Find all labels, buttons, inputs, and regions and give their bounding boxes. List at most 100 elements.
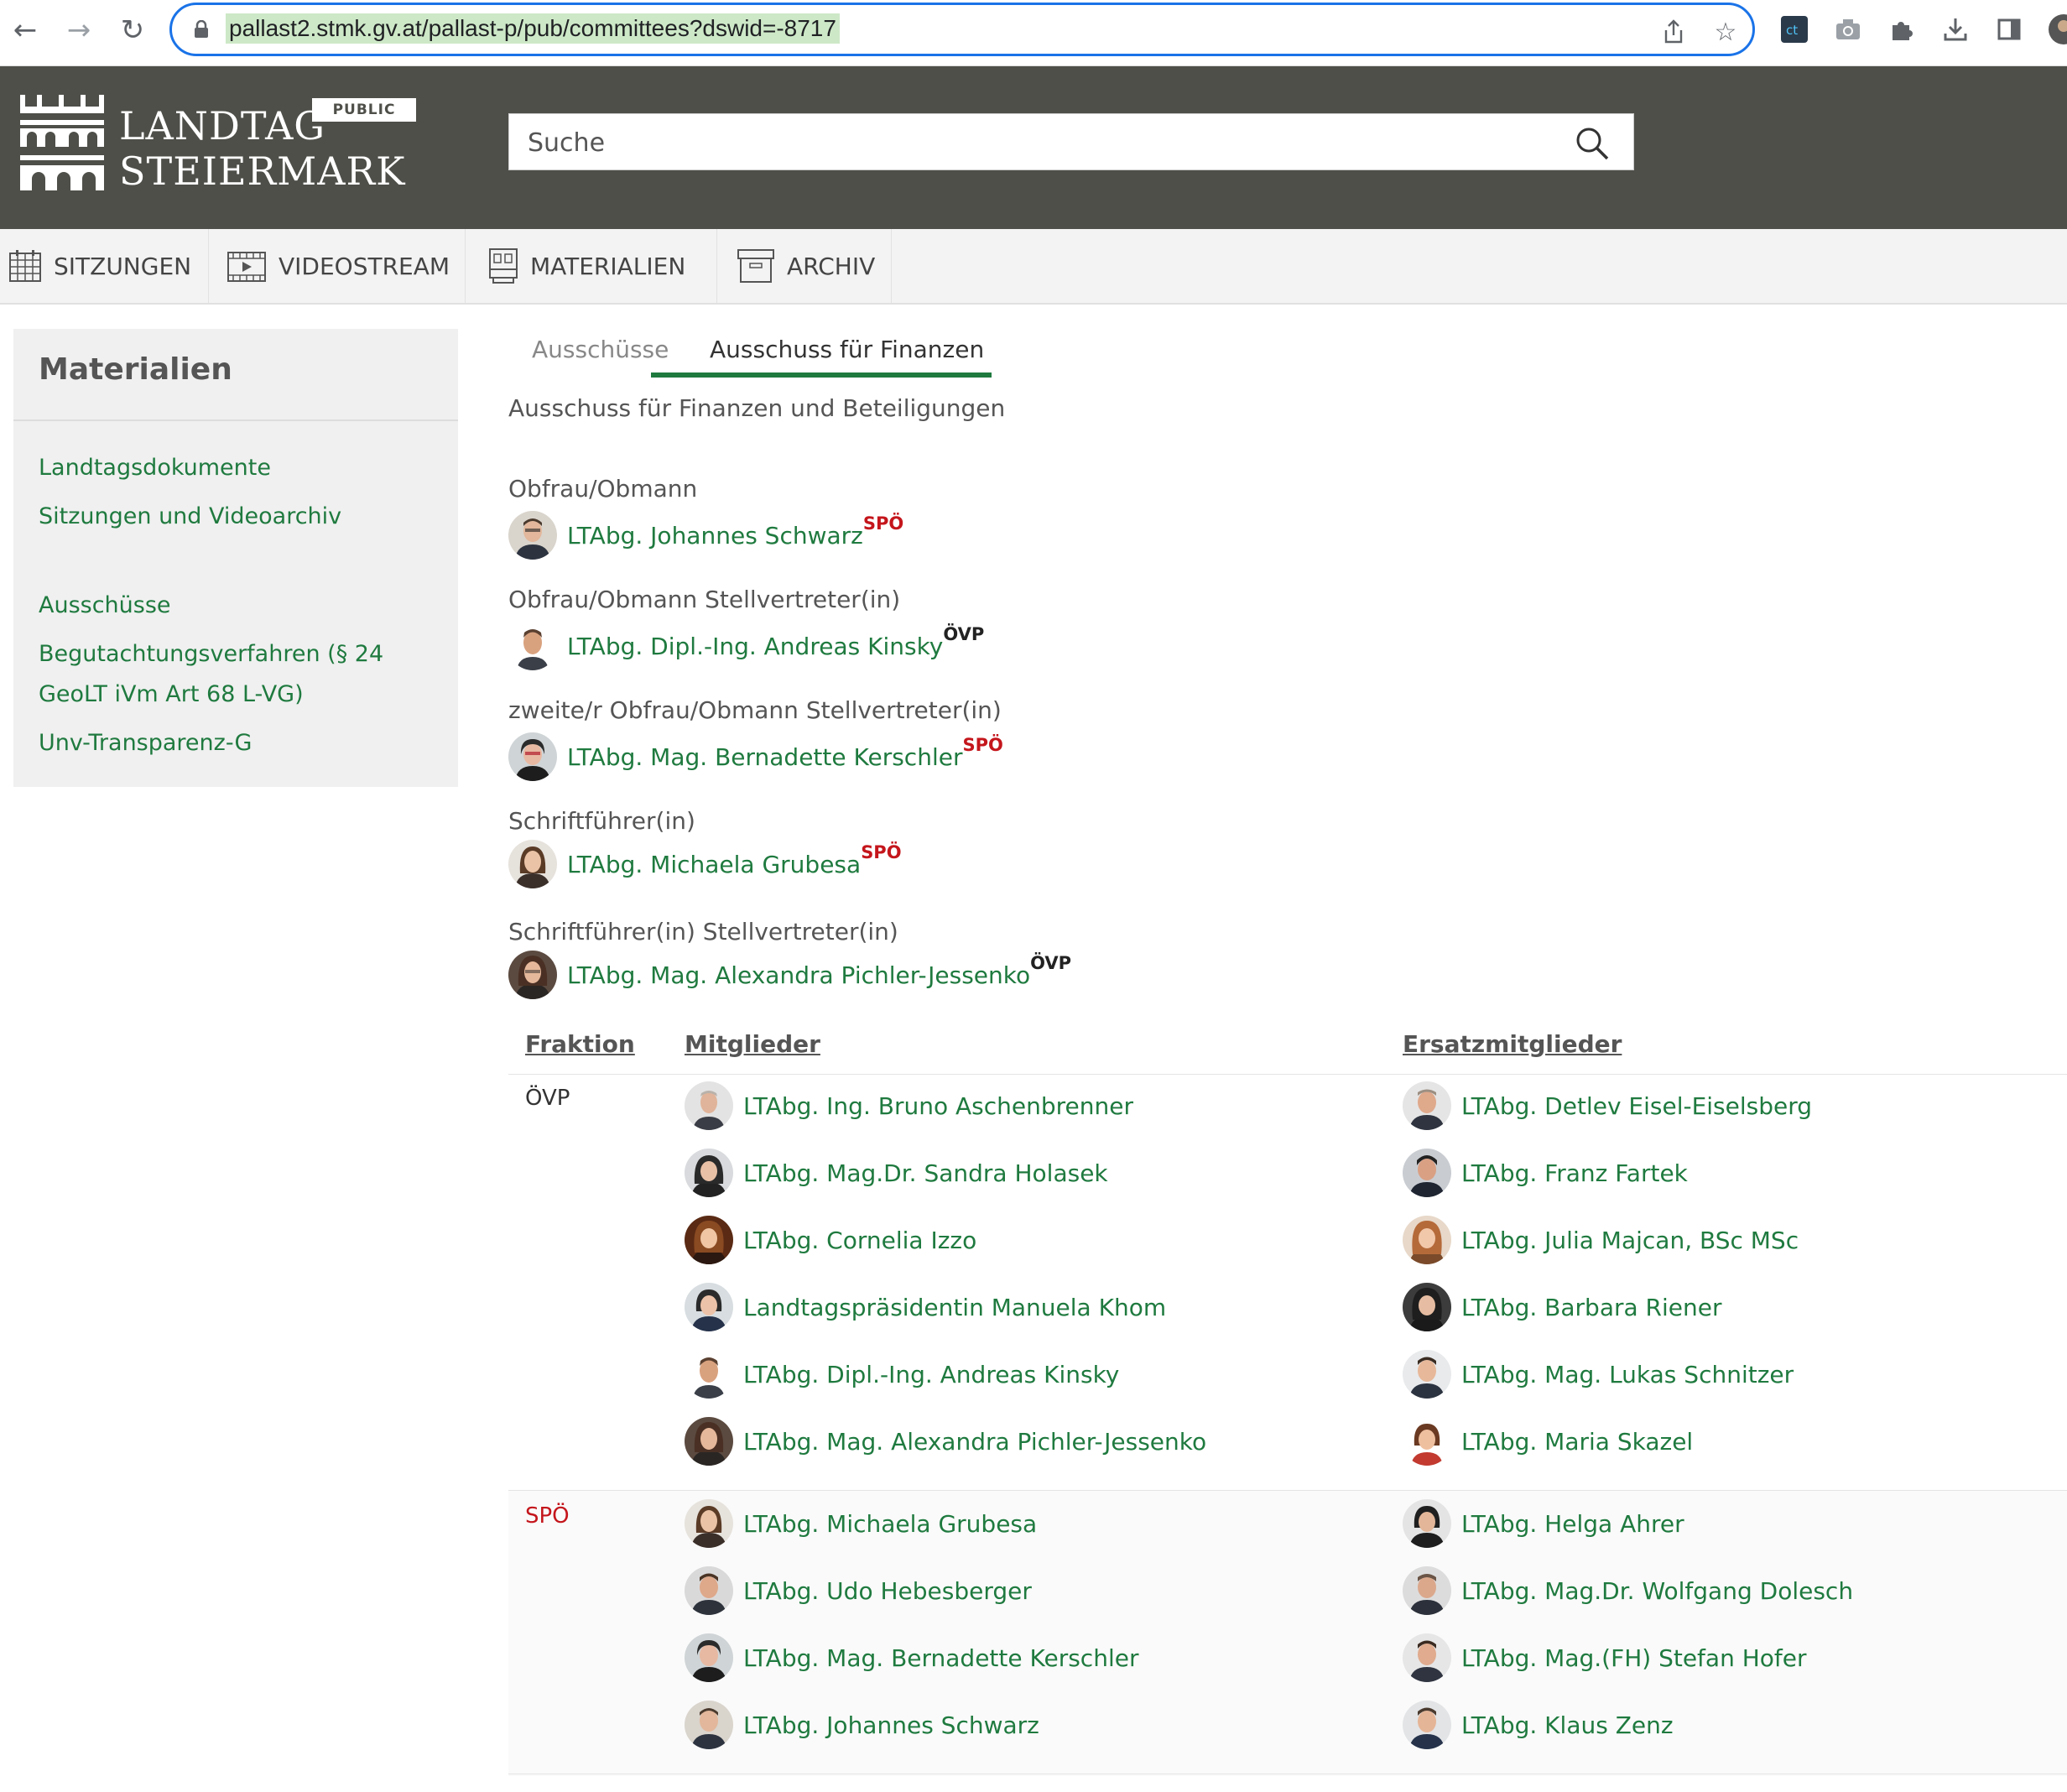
table-header-ersatzmitglieder[interactable]: Ersatzmitglieder — [1403, 1030, 1622, 1058]
extensions-puzzle-icon[interactable] — [1886, 13, 1918, 45]
member-name-link[interactable]: LTAbg. Dipl.-Ing. Andreas Kinsky — [743, 1361, 1119, 1388]
download-icon[interactable] — [1939, 13, 1971, 45]
bookmark-star-icon[interactable]: ☆ — [1710, 17, 1741, 47]
member-name-link[interactable]: LTAbg. Johannes Schwarz — [743, 1711, 1039, 1739]
substitute-name-link[interactable]: LTAbg. Julia Majcan, BSc MSc — [1461, 1227, 1799, 1254]
menu-label-videostream: VIDEOSTREAM — [279, 252, 450, 280]
active-tab-indicator — [651, 372, 992, 378]
substitute-name-link[interactable]: LTAbg. Helga Ahrer — [1461, 1510, 1684, 1538]
substitute-name-link[interactable]: LTAbg. Mag.Dr. Wolfgang Dolesch — [1461, 1577, 1853, 1605]
table-row: LTAbg. Udo Hebesberger — [685, 1565, 1032, 1616]
profile-avatar-icon[interactable] — [2044, 13, 2067, 45]
avatar-photo — [685, 1149, 733, 1197]
logo-text-steiermark[interactable]: STEIERMARK — [119, 148, 405, 194]
site-header: LANDTAG STEIERMARK PUBLIC — [0, 66, 2067, 229]
avatar-photo — [1403, 1149, 1451, 1197]
table-divider — [508, 1074, 2067, 1075]
archive-box-icon — [737, 249, 774, 283]
person-name-link[interactable]: LTAbg. Michaela Grubesa — [567, 851, 861, 878]
party-tag: ÖVP — [1030, 953, 1072, 973]
table-row: LTAbg. Detlev Eisel-Eiselsberg — [1403, 1081, 1812, 1131]
avatar-photo — [685, 1499, 733, 1548]
search-input[interactable] — [526, 114, 1570, 171]
table-row: LTAbg. Klaus Zenz — [1403, 1700, 1674, 1750]
person-name-link[interactable]: LTAbg. Dipl.-Ing. Andreas Kinsky — [567, 633, 943, 660]
table-row: LTAbg. Mag.(FH) Stefan Hofer — [1403, 1633, 1807, 1683]
avatar-photo — [685, 1566, 733, 1615]
substitute-name-link[interactable]: LTAbg. Maria Skazel — [1461, 1428, 1693, 1456]
sidebar-link-sitzungen-videoarchiv[interactable]: Sitzungen und Videoarchiv — [39, 497, 341, 537]
substitute-name-link[interactable]: LTAbg. Barbara Riener — [1461, 1294, 1722, 1321]
substitute-name-link[interactable]: LTAbg. Mag.(FH) Stefan Hofer — [1461, 1644, 1807, 1672]
extension-ct-icon[interactable]: ct — [1778, 13, 1810, 45]
menu-item-sitzungen[interactable]: SITZUNGEN — [8, 229, 209, 303]
person-name-link[interactable]: LTAbg. Mag. Bernadette Kerschler — [567, 743, 962, 771]
menu-label-archiv: ARCHIV — [787, 252, 876, 280]
table-row: LTAbg. Mag.Dr. Sandra Holasek — [685, 1148, 1108, 1198]
camera-icon[interactable] — [1832, 13, 1864, 45]
browser-toolbar: ← → ↻ pallast2.stmk.gv.at/pallast-p/pub/… — [0, 0, 2067, 66]
table-header-mitglieder[interactable]: Mitglieder — [685, 1030, 820, 1058]
avatar-photo — [1403, 1701, 1451, 1749]
sidebar-link-begutachtungsverfahren[interactable]: Begutachtungsverfahren (§ 24 — [39, 634, 383, 675]
avatar-photo — [685, 1216, 733, 1264]
sidebar-link-ausschuesse[interactable]: Ausschüsse — [39, 586, 171, 626]
avatar-photo — [1403, 1499, 1451, 1548]
table-header-fraktion[interactable]: Fraktion — [525, 1030, 635, 1058]
menu-label-materialien: MATERIALIEN — [530, 252, 686, 280]
substitute-name-link[interactable]: LTAbg. Mag. Lukas Schnitzer — [1461, 1361, 1794, 1388]
substitute-name-link[interactable]: LTAbg. Detlev Eisel-Eiselsberg — [1461, 1092, 1812, 1120]
table-row: Landtagspräsidentin Manuela Khom — [685, 1282, 1166, 1332]
sidebar-link-unv-transparenz[interactable]: Unv-Transparenz-G — [39, 723, 252, 763]
table-row: LTAbg. Mag. Bernadette Kerschler — [685, 1633, 1138, 1683]
reload-icon[interactable]: ↻ — [114, 12, 151, 49]
table-row: LTAbg. Cornelia Izzo — [685, 1215, 976, 1265]
lock-icon — [195, 20, 208, 38]
substitute-name-link[interactable]: LTAbg. Franz Fartek — [1461, 1159, 1688, 1187]
calendar-icon — [9, 250, 41, 282]
menu-item-videostream[interactable]: VIDEOSTREAM — [226, 229, 466, 303]
member-name-link[interactable]: LTAbg. Mag.Dr. Sandra Holasek — [743, 1159, 1108, 1187]
table-row: LTAbg. Mag. Lukas Schnitzer — [1403, 1349, 1794, 1399]
member-name-link[interactable]: LTAbg. Mag. Alexandra Pichler-Jessenko — [743, 1428, 1206, 1456]
search-icon[interactable] — [1575, 126, 1610, 161]
main-menu: SITZUNGEN VIDEOSTREAM MATERIALIEN ARCHIV — [0, 229, 2067, 305]
menu-item-materialien[interactable]: MATERIALIEN — [488, 229, 717, 303]
avatar-photo — [508, 732, 557, 781]
role-person-zweite-obmann-stv: LTAbg. Mag. Bernadette Kerschler SPÖ — [508, 732, 1003, 782]
avatar-photo — [685, 1081, 733, 1130]
fraktion-label: SPÖ — [525, 1503, 570, 1529]
member-name-link[interactable]: LTAbg. Udo Hebesberger — [743, 1577, 1032, 1605]
table-row: LTAbg. Franz Fartek — [1403, 1148, 1688, 1198]
back-arrow-icon[interactable]: ← — [7, 12, 44, 49]
forward-arrow-icon[interactable]: → — [60, 12, 97, 49]
member-name-link[interactable]: LTAbg. Ing. Bruno Aschenbrenner — [743, 1092, 1133, 1120]
tab-ausschuss-finanzen[interactable]: Ausschuss für Finanzen — [710, 336, 984, 363]
avatar-photo — [685, 1283, 733, 1331]
logo-text-landtag[interactable]: LANDTAG — [119, 103, 325, 148]
side-panel-icon[interactable] — [1993, 13, 2025, 45]
member-name-link[interactable]: Landtagspräsidentin Manuela Khom — [743, 1294, 1166, 1321]
member-name-link[interactable]: LTAbg. Cornelia Izzo — [743, 1227, 976, 1254]
video-film-icon — [227, 252, 266, 282]
landtag-building-logo-icon[interactable] — [20, 95, 104, 190]
table-row: LTAbg. Helga Ahrer — [1403, 1498, 1684, 1549]
role-person-schriftfuehrer-stv: LTAbg. Mag. Alexandra Pichler-Jessenko Ö… — [508, 950, 1071, 1000]
tab-ausschuesse[interactable]: Ausschüsse — [532, 336, 669, 363]
member-name-link[interactable]: LTAbg. Michaela Grubesa — [743, 1510, 1037, 1538]
share-icon[interactable] — [1658, 17, 1689, 47]
avatar-photo — [508, 511, 557, 560]
avatar-photo — [1403, 1283, 1451, 1331]
sidebar-link-landtagsdokumente[interactable]: Landtagsdokumente — [39, 448, 271, 488]
avatar-photo — [685, 1701, 733, 1749]
avatar-photo — [1403, 1216, 1451, 1264]
substitute-name-link[interactable]: LTAbg. Klaus Zenz — [1461, 1711, 1674, 1739]
person-name-link[interactable]: LTAbg. Mag. Alexandra Pichler-Jessenko — [567, 961, 1030, 989]
person-name-link[interactable]: LTAbg. Johannes Schwarz — [567, 522, 863, 550]
sidebar-link-begutachtungsverfahren-cont[interactable]: GeoLT iVm Art 68 L-VG) — [39, 675, 304, 715]
url-text[interactable]: pallast2.stmk.gv.at/pallast-p/pub/commit… — [226, 13, 840, 44]
avatar-photo — [1403, 1417, 1451, 1466]
address-bar[interactable]: pallast2.stmk.gv.at/pallast-p/pub/commit… — [169, 3, 1755, 56]
member-name-link[interactable]: LTAbg. Mag. Bernadette Kerschler — [743, 1644, 1138, 1672]
menu-item-archiv[interactable]: ARCHIV — [737, 229, 892, 303]
